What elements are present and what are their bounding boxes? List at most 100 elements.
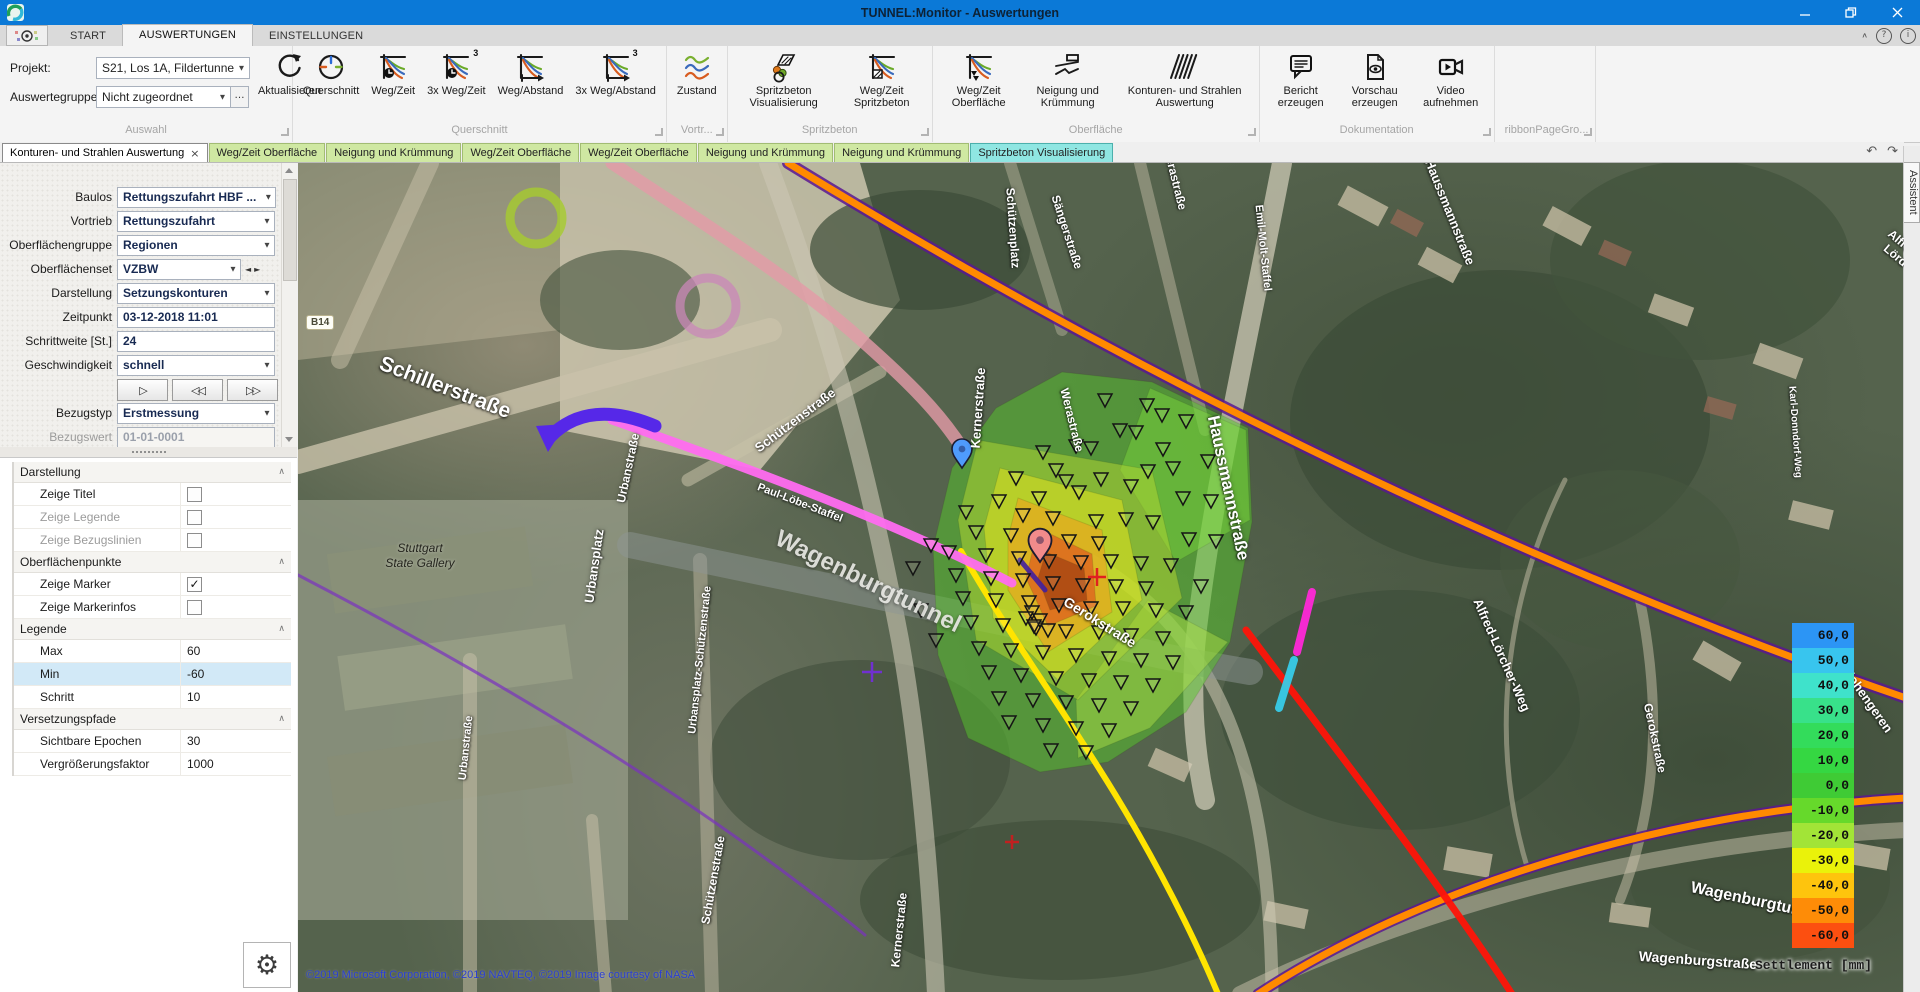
dropdown[interactable]: Rettungszufahrt HBF ...▼ [117, 187, 276, 208]
dropdown[interactable]: VZBW▼ [117, 259, 241, 280]
preview-icon [1359, 51, 1391, 83]
property-row[interactable]: Zeige Titel [14, 483, 291, 506]
collapse-ribbon-icon[interactable]: ∧ [1861, 32, 1868, 40]
app-menu-button[interactable] [6, 25, 48, 46]
dialog-launcher-icon[interactable] [921, 128, 929, 136]
scrollbar-thumb[interactable] [283, 179, 297, 281]
restore-button[interactable] [1828, 0, 1874, 25]
querschnitt-button[interactable]: Querschnitt [297, 49, 365, 121]
projekt-combo[interactable]: S21, Los 1A, Fildertunnel ▼ [96, 57, 250, 79]
wegzeit-oberflaeche-button[interactable]: Weg/Zeit Oberfläche [937, 49, 1021, 121]
prev-icon[interactable]: ◄ [245, 265, 251, 274]
dialog-launcher-icon[interactable] [1248, 128, 1256, 136]
property-row[interactable]: Min-60 [14, 663, 291, 686]
property-group-header[interactable]: Legende∧ [14, 619, 291, 640]
nav-back-icon[interactable]: ↶ [1866, 144, 1877, 159]
dialog-launcher-icon[interactable] [1584, 128, 1592, 136]
dropdown[interactable]: Regionen▼ [117, 235, 275, 256]
text-input[interactable]: 24 [117, 331, 275, 352]
settings-gear-button[interactable]: ⚙ [243, 942, 291, 988]
property-row[interactable]: Sichtbare Epochen30 [14, 730, 291, 753]
minimize-button[interactable] [1782, 0, 1828, 25]
forward-button[interactable]: ▷▷ [227, 379, 278, 401]
dropdown[interactable]: schnell▼ [117, 355, 275, 376]
dialog-launcher-icon[interactable] [1483, 128, 1491, 136]
document-tab[interactable]: Weg/Zeit Oberfläche [462, 143, 579, 162]
property-row[interactable]: Max60 [14, 640, 291, 663]
konturen-strahlen-button[interactable]: Konturen- und Strahlen Auswertung [1115, 49, 1255, 121]
document-tab[interactable]: Spritzbeton Visualisierung [970, 143, 1113, 162]
text-input[interactable]: 03-12-2018 11:01 [117, 307, 275, 328]
form-row: BaulosRettungszufahrt HBF ...▼ [0, 185, 282, 209]
play-button[interactable]: ▷ [117, 379, 168, 401]
ribbon-tab-einstellungen[interactable]: EINSTELLUNGEN [253, 26, 379, 46]
collapse-group-icon[interactable]: ∧ [278, 467, 285, 477]
property-row[interactable]: Zeige Marker✓ [14, 573, 291, 596]
dropdown[interactable]: Rettungszufahrt▼ [117, 211, 275, 232]
property-row[interactable]: Zeige Bezugslinien [14, 529, 291, 552]
ribbon-tab-auswertungen[interactable]: AUSWERTUNGEN [122, 24, 253, 46]
wegabstand3-button[interactable]: 33x Weg/Abstand [569, 49, 662, 121]
property-group-header[interactable]: Versetzungspfade∧ [14, 709, 291, 730]
dropdown[interactable]: Erstmessung▼ [117, 403, 275, 424]
property-row[interactable]: Vergrößerungsfaktor1000 [14, 753, 291, 776]
scroll-up-icon[interactable] [285, 168, 293, 173]
info-icon[interactable]: i [1900, 28, 1916, 44]
property-row[interactable]: Zeige Markerinfos [14, 596, 291, 619]
chevron-down-icon: ▼ [260, 241, 274, 249]
dialog-launcher-icon[interactable] [655, 128, 663, 136]
wegzeit-spritzbeton-button[interactable]: Weg/Zeit Spritzbeton [836, 49, 928, 121]
checkbox[interactable]: ✓ [187, 577, 202, 592]
close-button[interactable] [1874, 0, 1920, 25]
auswertegruppe-more-button[interactable]: … [231, 86, 249, 108]
chevron-down-icon: ▼ [234, 64, 249, 72]
spritzbeton-visualisierung-button[interactable]: Spritzbeton Visualisierung [732, 49, 836, 121]
scroll-down-icon[interactable] [285, 437, 293, 442]
wegzeit-button[interactable]: Weg/Zeit [365, 49, 421, 121]
collapse-group-icon[interactable]: ∧ [278, 714, 285, 724]
property-group-header[interactable]: Darstellung∧ [14, 462, 291, 483]
wegabstand-button[interactable]: Weg/Abstand [492, 49, 570, 121]
dropdown[interactable]: Setzungskonturen▼ [117, 283, 275, 304]
next-icon[interactable]: ► [254, 265, 260, 274]
map-viewport[interactable]: SchillerstraßeSchützenstraßeSchützenplat… [298, 163, 1904, 992]
konturen-strahlen-icon [1169, 51, 1201, 83]
video-aufnehmen-button[interactable]: Video aufnehmen [1412, 49, 1490, 121]
nav-forward-icon[interactable]: ↷ [1887, 144, 1898, 159]
ribbon-group-spritzbeton: Spritzbeton Visualisierung Weg/Zeit Spri… [728, 46, 933, 142]
rewind-button[interactable]: ◁◁ [172, 379, 223, 401]
ribbon-tab-start[interactable]: START [54, 26, 122, 46]
panel-splitter[interactable] [0, 447, 297, 457]
checkbox[interactable] [187, 487, 202, 502]
tab-label: Neigung und Krümmung [706, 145, 825, 162]
collapse-group-icon[interactable]: ∧ [278, 624, 285, 634]
property-row[interactable]: Schritt10 [14, 686, 291, 709]
document-tab[interactable]: Weg/Zeit Oberfläche [580, 143, 697, 162]
form-row: Zeitpunkt03-12-2018 11:01 [0, 305, 282, 329]
document-tab[interactable]: Weg/Zeit Oberfläche [209, 143, 326, 162]
checkbox[interactable] [187, 600, 202, 615]
help-icon[interactable]: ? [1876, 28, 1892, 44]
collapse-group-icon[interactable]: ∧ [278, 557, 285, 567]
property-row[interactable]: Zeige Legende [14, 506, 291, 529]
wegzeit3-icon: 3 [440, 51, 472, 83]
document-tab[interactable]: Neigung und Krümmung [834, 143, 969, 162]
dialog-launcher-icon[interactable] [281, 128, 289, 136]
legend-caption: Settlement [mm] [1755, 958, 1872, 973]
neigung-button[interactable]: Neigung und Krümmung [1021, 49, 1115, 121]
zustand-button[interactable]: Zustand [671, 49, 723, 121]
document-tab[interactable]: Konturen- und Strahlen Auswertung× [2, 143, 208, 162]
form-row: Schrittweite [St.]24 [0, 329, 282, 353]
property-group-header[interactable]: Oberflächenpunkte∧ [14, 552, 291, 573]
vorschau-erzeugen-button[interactable]: Vorschau erzeugen [1338, 49, 1412, 121]
document-tab[interactable]: Neigung und Krümmung [326, 143, 461, 162]
bericht-erzeugen-button[interactable]: Bericht erzeugen [1264, 49, 1338, 121]
form-scrollbar[interactable] [281, 163, 297, 447]
close-tab-icon[interactable]: × [190, 145, 199, 162]
map-copyright: ©2019 Microsoft Corporation, ©2019 NAVTE… [306, 969, 695, 981]
wegzeit3-button[interactable]: 33x Weg/Zeit [421, 49, 492, 121]
document-tab[interactable]: Neigung und Krümmung [698, 143, 833, 162]
assistant-tab[interactable]: Assistent [1904, 162, 1920, 223]
auswertegruppe-combo[interactable]: Nicht zugeordnet ▼ [96, 86, 231, 108]
dialog-launcher-icon[interactable] [716, 128, 724, 136]
